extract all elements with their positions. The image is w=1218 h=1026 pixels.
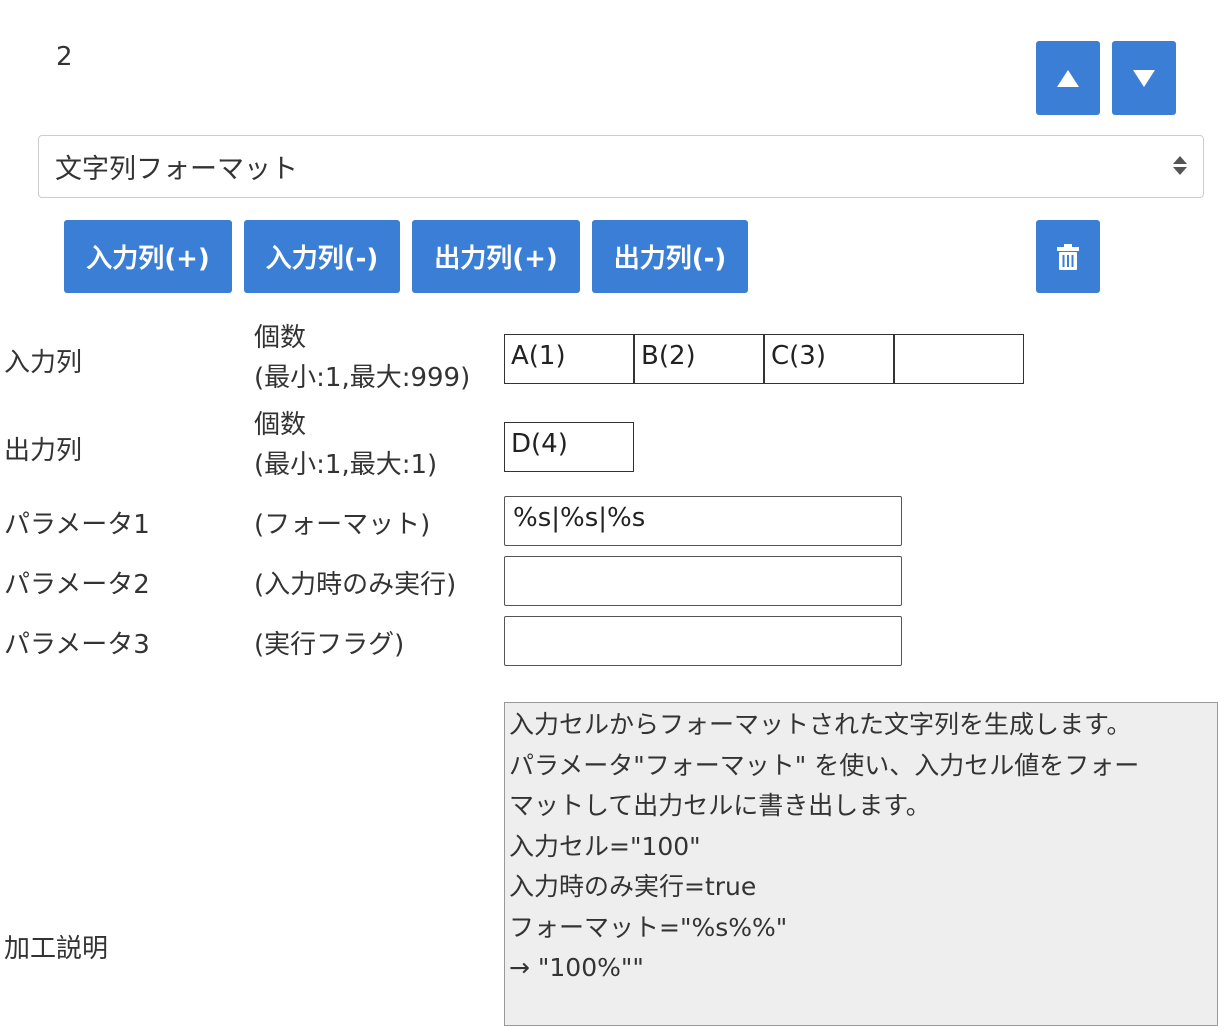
description-textarea[interactable]: 入力セルからフォーマットされた文字列を生成します。 パラメータ"フォーマット" … xyxy=(504,702,1218,1026)
input-column-cell[interactable]: B(2) xyxy=(634,334,764,384)
description-line: 入力セル="100" xyxy=(509,831,701,861)
input-count-title: 個数 xyxy=(254,323,307,353)
param1-input[interactable]: %s|%s|%s xyxy=(504,496,902,546)
description-label: 加工説明 xyxy=(4,934,109,964)
param3-description: (実行フラグ) xyxy=(254,630,405,660)
move-up-button[interactable] xyxy=(1036,41,1100,115)
processor-select-value: 文字列フォーマット xyxy=(55,154,298,185)
param2-input[interactable] xyxy=(504,556,902,606)
description-line: → "100%"" xyxy=(509,953,644,982)
output-column-cell[interactable]: D(4) xyxy=(504,422,634,472)
move-down-button[interactable] xyxy=(1112,41,1176,115)
description-line: マットして出力セルに書き出します。 xyxy=(509,791,931,820)
input-count-range: (最小:1,最大:999) xyxy=(254,363,471,393)
input-column-cell[interactable]: C(3) xyxy=(764,334,894,384)
input-column-cell[interactable] xyxy=(894,334,1024,384)
param3-input[interactable] xyxy=(504,616,902,666)
step-number: 2 xyxy=(56,42,73,72)
param2-description: (入力時のみ実行) xyxy=(254,570,457,600)
input-columns-label: 入力列 xyxy=(4,348,83,378)
remove-input-column-button[interactable]: 入力列(-) xyxy=(244,220,400,293)
output-columns-label: 出力列 xyxy=(4,436,83,466)
add-input-column-button[interactable]: 入力列(+) xyxy=(64,220,232,293)
description-line: フォーマット="%s%%" xyxy=(509,912,788,942)
description-line: 入力時のみ実行=true xyxy=(509,872,757,901)
arrow-up-icon xyxy=(1057,69,1079,87)
input-column-cell[interactable]: A(1) xyxy=(504,334,634,384)
remove-output-column-button[interactable]: 出力列(-) xyxy=(592,220,748,293)
param1-label: パラメータ1 xyxy=(4,510,150,540)
description-line: パラメータ"フォーマット" を使い、入力セル値をフォー xyxy=(509,750,1140,780)
arrow-down-icon xyxy=(1133,69,1155,87)
add-output-column-button[interactable]: 出力列(+) xyxy=(412,220,580,293)
description-line: 入力セルからフォーマットされた文字列を生成します。 xyxy=(509,710,1132,739)
param2-label: パラメータ2 xyxy=(4,570,150,600)
param3-label: パラメータ3 xyxy=(4,630,150,660)
output-count-title: 個数 xyxy=(254,410,307,440)
trash-icon xyxy=(1057,243,1079,270)
output-count-range: (最小:1,最大:1) xyxy=(254,450,438,480)
param1-description: (フォーマット) xyxy=(254,510,431,540)
processor-select[interactable]: 文字列フォーマット xyxy=(38,135,1204,198)
select-arrows-icon xyxy=(1173,156,1187,175)
delete-step-button[interactable] xyxy=(1036,220,1100,293)
